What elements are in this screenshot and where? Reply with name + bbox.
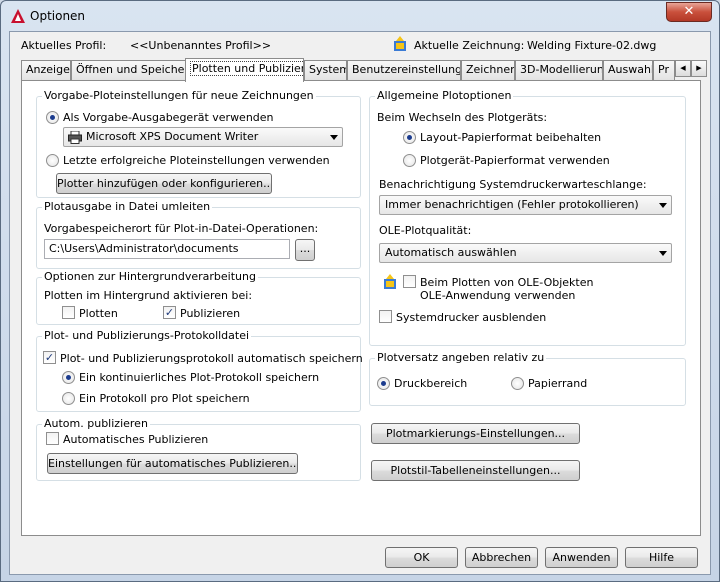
radio-printable-area[interactable]	[377, 377, 390, 390]
group-title-auto-publish: Autom. publizieren	[42, 417, 150, 430]
tab-strip: Anzeige Öffnen und Speichern Plotten und…	[21, 58, 707, 82]
chevron-down-icon	[659, 251, 667, 256]
radio-keep-layout-paper[interactable]	[403, 131, 416, 144]
dialog-client: Aktuelles Profil: <<Unbenanntes Profil>>…	[9, 31, 711, 575]
label-plot-to-file-location: Vorgabespeicherort für Plot-in-Datei-Ope…	[44, 222, 319, 235]
combo-ole-quality[interactable]: Automatisch auswählen	[379, 243, 672, 263]
label-use-ole-app-line1: Beim Plotten von OLE-Objekten	[420, 276, 594, 289]
close-button[interactable]: ✕	[666, 2, 712, 22]
radio-paper-edge[interactable]	[511, 377, 524, 390]
chevron-down-icon	[659, 203, 667, 208]
label-use-ole-app-line2: OLE-Anwendung verwenden	[420, 289, 576, 302]
combo-default-output-device[interactable]: Microsoft XPS Document Writer	[63, 127, 343, 147]
radio-use-device-paper[interactable]	[403, 154, 416, 167]
drawing-value: Welding Fixture-02.dwg	[527, 39, 657, 52]
label-use-last-settings: Letzte erfolgreiche Ploteinstellungen ve…	[63, 154, 330, 167]
cancel-button[interactable]: Abbrechen	[465, 547, 538, 568]
checkbox-auto-save-log[interactable]: ✓	[43, 351, 56, 364]
tab-plotten-publizieren-label: Plotten und Publizieren	[190, 61, 303, 76]
printer-icon	[68, 131, 82, 144]
checkbox-background-plotting[interactable]	[62, 306, 75, 319]
radio-use-last-settings[interactable]	[46, 154, 59, 167]
tab-zeichnen[interactable]: Zeichnen	[461, 60, 515, 80]
tab-scroll-buttons: ◀ ▶	[675, 60, 707, 78]
drawing-label: Aktuelle Zeichnung:	[414, 39, 525, 52]
label-keep-layout-paper: Layout-Papierformat beibehalten	[420, 131, 602, 144]
group-title-background: Optionen zur Hintergrundverarbeitung	[42, 270, 258, 283]
checkbox-use-ole-app[interactable]	[403, 275, 416, 288]
label-log-per-plot: Ein Protokoll pro Plot speichern	[79, 392, 250, 405]
label-continuous-log: Ein kontinuierliches Plot-Protokoll spei…	[79, 371, 320, 384]
label-background-enable: Plotten im Hintergrund aktivieren bei:	[44, 289, 253, 302]
tab-scroll-right-icon[interactable]: ▶	[691, 60, 707, 77]
combo-default-output-device-value: Microsoft XPS Document Writer	[86, 130, 259, 143]
auto-publish-settings-button[interactable]: Einstellungen für automatisches Publizie…	[47, 453, 298, 474]
group-title-general: Allgemeine Plotoptionen	[375, 89, 514, 102]
label-auto-publish: Automatisches Publizieren	[63, 433, 209, 446]
checkbox-auto-publish[interactable]	[46, 432, 59, 445]
tab-profile-partial[interactable]: Pr	[653, 60, 675, 80]
autocad-logo-icon	[11, 9, 25, 23]
plot-to-file-path-input[interactable]: C:\Users\Administrator\documents	[44, 239, 290, 259]
label-use-default-device: Als Vorgabe-Ausgabegerät verwenden	[63, 111, 274, 124]
combo-spooler-alert-value: Immer benachrichtigen (Fehler protokolli…	[385, 198, 639, 211]
plot-stamp-settings-button[interactable]: Plotmarkierungs-Einstellungen...	[371, 423, 580, 444]
group-title-log: Plot- und Publizierungs-Protokolldatei	[42, 329, 252, 342]
help-button[interactable]: Hilfe	[625, 547, 698, 568]
label-background-publishing: Publizieren	[180, 307, 241, 320]
drawing-icon	[394, 36, 406, 51]
tab-scroll-left-icon[interactable]: ◀	[675, 60, 691, 77]
label-background-plotting: Plotten	[79, 307, 118, 320]
label-paper-edge: Papierrand	[528, 377, 588, 390]
profile-label: Aktuelles Profil:	[21, 39, 107, 52]
label-printable-area: Druckbereich	[394, 377, 468, 390]
label-auto-save-log: Plot- und Publizierungsprotokoll automat…	[60, 352, 363, 365]
checkbox-background-publishing[interactable]: ✓	[163, 306, 176, 319]
checkbox-hide-system-printers[interactable]	[379, 310, 392, 323]
tab-page-plot-publish: Vorgabe-Ploteinstellungen für neue Zeich…	[21, 80, 701, 536]
radio-log-per-plot[interactable]	[62, 392, 75, 405]
radio-continuous-log[interactable]	[62, 371, 75, 384]
profile-value: <<Unbenanntes Profil>>	[130, 39, 272, 52]
tab-plotten-publizieren[interactable]: Plotten und Publizieren	[185, 58, 304, 82]
label-use-device-paper: Plotgerät-Papierformat verwenden	[420, 154, 610, 167]
label-on-device-change: Beim Wechseln des Plotgeräts:	[377, 111, 548, 124]
tab-anzeige[interactable]: Anzeige	[21, 60, 71, 80]
title-bar[interactable]: Optionen ✕	[1, 1, 719, 31]
ok-button[interactable]: OK	[385, 547, 458, 568]
tab-auswahl[interactable]: Auswahl	[603, 60, 653, 80]
tab-benutzereinstellungen[interactable]: Benutzereinstellungen	[347, 60, 461, 80]
ole-icon	[384, 274, 396, 289]
radio-use-default-device[interactable]	[46, 111, 59, 124]
add-plotter-button[interactable]: Plotter hinzufügen oder konfigurieren...	[56, 173, 272, 194]
label-spooler-alert: Benachrichtigung Systemdruckerwarteschla…	[379, 178, 647, 191]
group-title-offset: Plotversatz angeben relativ zu	[375, 351, 547, 364]
combo-spooler-alert[interactable]: Immer benachrichtigen (Fehler protokolli…	[379, 195, 672, 215]
tab-3d-modellierung[interactable]: 3D-Modellierung	[515, 60, 603, 80]
tab-oeffnen-speichern[interactable]: Öffnen und Speichern	[71, 60, 186, 80]
plot-style-table-settings-button[interactable]: Plotstil-Tabelleneinstellungen...	[371, 460, 580, 481]
window-title: Optionen	[30, 9, 86, 23]
group-title-plot-to-file: Plotausgabe in Datei umleiten	[42, 200, 213, 213]
chevron-down-icon	[330, 135, 338, 140]
combo-ole-quality-value: Automatisch auswählen	[385, 246, 517, 259]
apply-button[interactable]: Anwenden	[545, 547, 618, 568]
group-title-default-plot: Vorgabe-Ploteinstellungen für neue Zeich…	[42, 89, 316, 102]
label-hide-system-printers: Systemdrucker ausblenden	[396, 311, 547, 324]
options-dialog: Optionen ✕ Aktuelles Profil: <<Unbenannt…	[0, 0, 720, 582]
browse-button[interactable]: ...	[295, 239, 315, 261]
tab-system[interactable]: System	[304, 60, 347, 80]
label-ole-quality: OLE-Plotqualität:	[379, 224, 472, 237]
